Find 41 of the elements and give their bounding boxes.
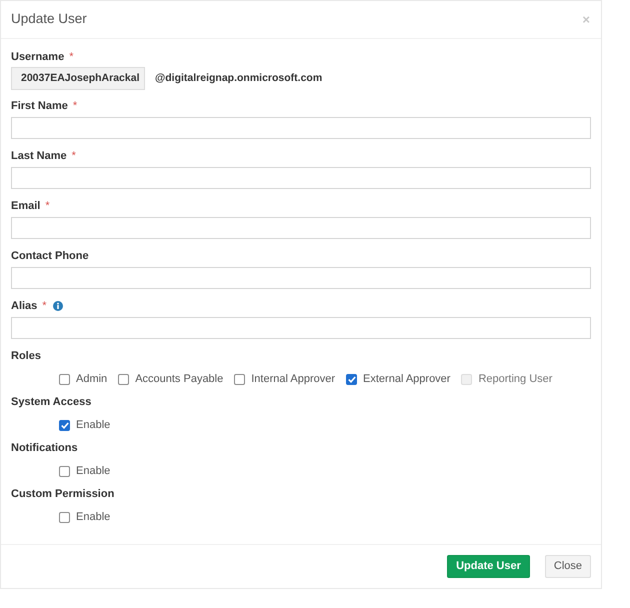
field-label: System Access <box>11 395 92 409</box>
required-asterisk: * <box>42 299 47 313</box>
checkmark-icon <box>60 422 68 428</box>
checkbox-label: Accounts Payable <box>135 372 224 386</box>
field-label: Last Name <box>11 149 67 163</box>
text-input[interactable] <box>11 167 591 189</box>
checkbox-label: Enable <box>76 418 110 432</box>
checkbox[interactable] <box>59 420 70 430</box>
text-input[interactable] <box>11 267 591 289</box>
checkbox[interactable] <box>234 374 246 384</box>
checkbox-label: Admin <box>76 372 108 386</box>
required-asterisk: * <box>72 99 78 113</box>
field-label: Username <box>11 50 64 64</box>
text-input[interactable] <box>11 317 591 339</box>
required-asterisk: * <box>69 50 74 64</box>
field-label: Custom Permission <box>11 487 114 501</box>
dialog-title: Update User <box>11 10 87 28</box>
checkbox[interactable] <box>118 374 130 384</box>
checkbox[interactable] <box>59 512 70 522</box>
checkbox-label: Internal Approver <box>251 372 336 386</box>
checkmark-icon <box>348 376 356 382</box>
field-label: First Name <box>11 99 68 113</box>
checkbox-label: Enable <box>76 464 110 478</box>
field-label: Alias <box>11 299 38 313</box>
checkbox-label: Reporting User <box>478 372 552 386</box>
required-asterisk: * <box>72 149 76 163</box>
checkbox[interactable] <box>59 374 70 384</box>
checkbox-label: External Approver <box>363 372 450 386</box>
checkbox[interactable] <box>59 466 70 476</box>
field-label: Email <box>11 199 40 213</box>
field-label: Notifications <box>11 441 78 455</box>
checkbox[interactable] <box>346 374 358 384</box>
field-label: Contact Phone <box>11 249 89 263</box>
required-asterisk: * <box>45 199 50 213</box>
field-label: Roles <box>11 349 41 363</box>
domain-text: @digitalreignap.onmicrosoft.com <box>155 70 322 86</box>
close-button[interactable]: Close <box>544 555 591 578</box>
username-field[interactable]: 20037EAJosephArackal <box>11 67 145 90</box>
checkbox-label: Enable <box>76 510 110 524</box>
text-input[interactable] <box>11 117 591 139</box>
text-input[interactable] <box>11 217 591 239</box>
